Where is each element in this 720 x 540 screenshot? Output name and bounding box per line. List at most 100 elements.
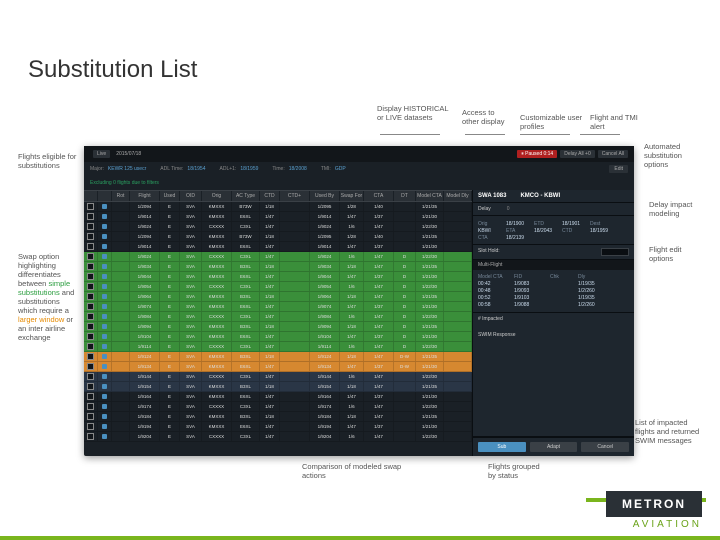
- table-row[interactable]: 1/9104ESVAKMXXXE6XL1/471/91041/471/37D1/…: [84, 332, 472, 342]
- row-checkbox[interactable]: [84, 392, 98, 401]
- table-row[interactable]: 1/9094ESVAKMXXXB3XL1/181/90941/181/47D1/…: [84, 322, 472, 332]
- row-checkbox[interactable]: [84, 292, 98, 301]
- row-checkbox[interactable]: [84, 322, 98, 331]
- table-row[interactable]: 1/9084ESVACXXXXC3XL1/471/90841/61/47D1/2…: [84, 312, 472, 322]
- table-row[interactable]: 1/9024ESVACXXXXC3XL1/471/90241/61/47D1/2…: [84, 252, 472, 262]
- column-header[interactable]: Swap For: [340, 191, 364, 201]
- column-header[interactable]: OID: [180, 191, 202, 201]
- edit-filters-button[interactable]: Edit: [609, 165, 628, 173]
- column-header[interactable]: [84, 191, 98, 201]
- row-status-icon: [98, 282, 112, 291]
- column-header[interactable]: Model Dly: [444, 191, 472, 201]
- cell: [112, 372, 130, 381]
- column-header[interactable]: CTD+: [280, 191, 310, 201]
- row-checkbox[interactable]: [84, 352, 98, 361]
- cell: 1/6: [340, 252, 364, 261]
- table-row[interactable]: 1/9034ESVAKMXXXB3XL1/181/90341/181/47D1/…: [84, 262, 472, 272]
- table-row[interactable]: 1/9194ESVAKMXXXE6XL1/471/91941/471/371/2…: [84, 422, 472, 432]
- table-row[interactable]: 1/9184ESVAKMXXXB3XL1/181/91841/181/471/2…: [84, 412, 472, 422]
- row-checkbox[interactable]: [84, 402, 98, 411]
- cancel-button[interactable]: Cancel: [581, 442, 629, 452]
- row-status-icon: [98, 312, 112, 321]
- table-row[interactable]: 1/2094ESVAKMXXXB73W1/181/20951/281/401/2…: [84, 202, 472, 212]
- table-row[interactable]: 1/9014ESVAKMXXXE6XL1/471/90141/471/371/2…: [84, 242, 472, 252]
- column-header[interactable]: Model CTA: [416, 191, 444, 201]
- table-row[interactable]: 1/9064ESVAKMXXXB3XL1/181/90641/181/47D1/…: [84, 292, 472, 302]
- table-row[interactable]: 1/9164ESVAKMXXXE6XL1/471/91641/471/371/2…: [84, 392, 472, 402]
- cell: CXXXX: [202, 252, 232, 261]
- delay-all-button[interactable]: Delay All +0: [560, 150, 595, 158]
- column-header[interactable]: CTD: [260, 191, 280, 201]
- adapt-button[interactable]: Adapt: [530, 442, 578, 452]
- row-checkbox[interactable]: [84, 202, 98, 211]
- column-header[interactable]: Rot: [112, 191, 130, 201]
- table-row[interactable]: 1/9174ESVACXXXXC3XL1/471/91741/61/471/22…: [84, 402, 472, 412]
- table-row[interactable]: 1/9014ESVAKMXXXE6XL1/471/90141/471/371/2…: [84, 212, 472, 222]
- row-status-icon: [98, 422, 112, 431]
- column-header[interactable]: [98, 191, 112, 201]
- row-checkbox[interactable]: [84, 222, 98, 231]
- cell: 1/22/30: [416, 222, 444, 231]
- table-row[interactable]: 1/2094ESVAKMXXXB73W1/181/20951/281/401/2…: [84, 232, 472, 242]
- table-row[interactable]: 1/9204ESVACXXXXC3XL1/471/92041/61/471/22…: [84, 432, 472, 442]
- table-row[interactable]: 1/9154ESVAKMXXXB3XL1/181/91541/181/471/2…: [84, 382, 472, 392]
- row-checkbox[interactable]: [84, 252, 98, 261]
- column-header[interactable]: Used By: [310, 191, 340, 201]
- column-header[interactable]: DT: [394, 191, 416, 201]
- row-checkbox[interactable]: [84, 272, 98, 281]
- cell: 1/9014: [130, 242, 160, 251]
- callout-display: Display HISTORICAL or LIVE datasets: [377, 104, 449, 122]
- row-checkbox[interactable]: [84, 232, 98, 241]
- cell: E: [160, 372, 180, 381]
- row-status-icon: [98, 352, 112, 361]
- table-row[interactable]: 1/9024ESVACXXXXC3XL1/471/90241/61/471/22…: [84, 222, 472, 232]
- live-toggle[interactable]: Live: [93, 150, 110, 158]
- filter-major[interactable]: KEWR 125 usecr: [108, 166, 146, 172]
- row-checkbox[interactable]: [84, 362, 98, 371]
- cell: 1/6: [340, 222, 364, 231]
- table-row[interactable]: 1/9074ESVAKMXXXE6XL1/471/90741/471/37D1/…: [84, 302, 472, 312]
- table-row[interactable]: 1/9054ESVACXXXXC3XL1/471/90541/61/47D1/2…: [84, 282, 472, 292]
- column-header[interactable]: Used: [160, 191, 180, 201]
- filter-tmi[interactable]: GDP: [335, 166, 346, 172]
- row-checkbox[interactable]: [84, 382, 98, 391]
- column-header[interactable]: Flight: [130, 191, 160, 201]
- row-checkbox[interactable]: [84, 332, 98, 341]
- cell: [394, 392, 416, 401]
- cell: [112, 282, 130, 291]
- cell: E: [160, 292, 180, 301]
- cell: [112, 202, 130, 211]
- cancel-all-button[interactable]: Cancel All: [598, 150, 628, 158]
- sub-button[interactable]: Sub: [478, 442, 526, 452]
- row-checkbox[interactable]: [84, 262, 98, 271]
- row-checkbox[interactable]: [84, 242, 98, 251]
- row-checkbox[interactable]: [84, 212, 98, 221]
- table-row[interactable]: 1/9124ESVAKMXXXB3XL1/181/91241/181/47D-W…: [84, 352, 472, 362]
- cell: 1/6: [340, 342, 364, 351]
- column-header[interactable]: CTA: [364, 191, 394, 201]
- cell: [280, 212, 310, 221]
- column-header[interactable]: AC Type: [232, 191, 260, 201]
- cell: 1/9164: [310, 392, 340, 401]
- table-row[interactable]: 1/9144ESVACXXXXC3XL1/471/91441/61/471/22…: [84, 372, 472, 382]
- cell: SVA: [180, 242, 202, 251]
- row-checkbox[interactable]: [84, 422, 98, 431]
- table-row[interactable]: 1/9114ESVACXXXXC3XL1/471/91141/61/47D1/2…: [84, 342, 472, 352]
- table-row[interactable]: 1/9134ESVAKMXXXE6XL1/471/91341/471/37D-W…: [84, 362, 472, 372]
- pause-button[interactable]: ⏸ Paused 0:14: [517, 150, 557, 158]
- table-row[interactable]: 1/9044ESVAKMXXXE6XL1/471/90441/471/37D1/…: [84, 272, 472, 282]
- cell: CXXXX: [202, 402, 232, 411]
- row-checkbox[interactable]: [84, 302, 98, 311]
- row-checkbox[interactable]: [84, 312, 98, 321]
- cell: 1/9084: [310, 312, 340, 321]
- row-checkbox[interactable]: [84, 282, 98, 291]
- row-checkbox[interactable]: [84, 342, 98, 351]
- cell: [394, 402, 416, 411]
- row-checkbox[interactable]: [84, 372, 98, 381]
- column-header[interactable]: Orig: [202, 191, 232, 201]
- filter-adl2: 18/1959: [240, 166, 258, 172]
- row-checkbox[interactable]: [84, 412, 98, 421]
- row-checkbox[interactable]: [84, 432, 98, 441]
- cell: [112, 222, 130, 231]
- slot-hold-input[interactable]: [601, 248, 629, 256]
